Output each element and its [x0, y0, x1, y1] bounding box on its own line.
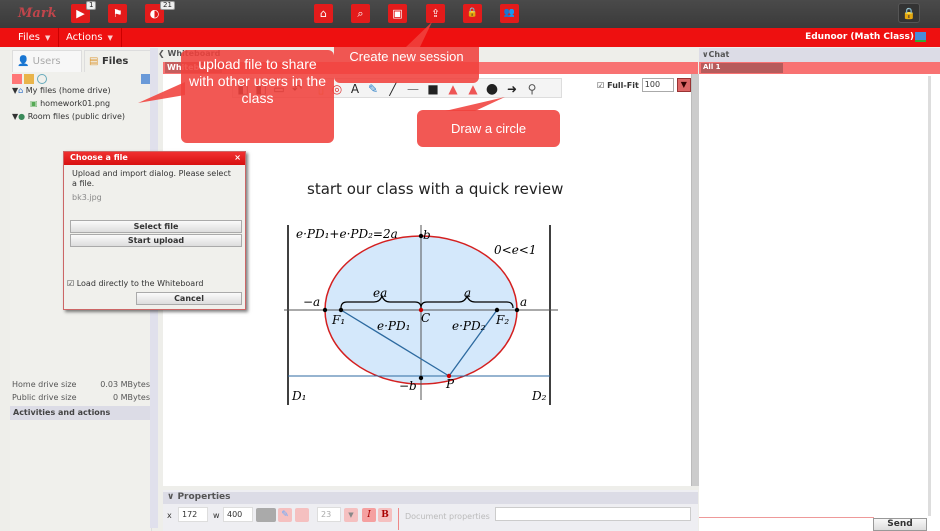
circle-callout: Draw a circle [417, 110, 560, 147]
session-callout: Create new session [334, 47, 479, 83]
session-callout-pointer [406, 22, 432, 47]
upload-callout: upload file to share with other users in… [181, 50, 334, 143]
circle-callout-pointer [445, 97, 505, 111]
upload-callout-pointer [138, 82, 185, 103]
